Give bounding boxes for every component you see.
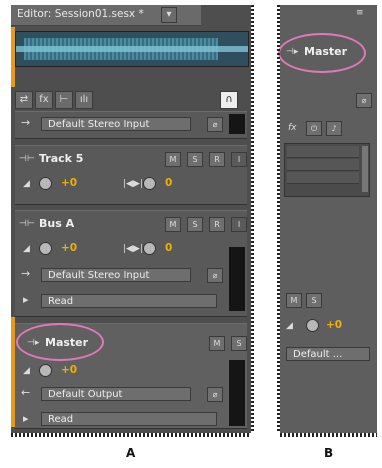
bus-volume-value[interactable]: +0 [61,242,77,254]
track-mute-button[interactable]: M [165,152,181,167]
track-solo-button[interactable]: S [187,152,203,167]
master-mute-button-b[interactable]: M [286,293,302,308]
bus-automation-select[interactable]: Read [41,294,217,308]
pan-icon: |◀▶| [123,179,143,189]
volume-icon: ◢ [23,366,30,376]
track-volume-knob[interactable] [39,177,52,190]
panel-a-right-edge [251,5,254,433]
track-record-button[interactable]: R [209,152,225,167]
phase-icon[interactable]: ⌀ [207,268,223,283]
volume-icon: ◢ [23,244,30,254]
track-name[interactable]: Track 5 [39,152,83,165]
master-highlight-ring-b [278,33,366,73]
waveform-overview[interactable] [15,31,249,67]
bus-input-button[interactable]: I [231,217,247,232]
panel-b-bottom-edge [280,433,377,437]
input-arrow-icon: → [21,267,31,280]
track-pan-knob[interactable] [143,177,156,190]
input-select[interactable]: Default Stereo Input [41,117,191,131]
panel-b-left-edge [277,5,280,433]
master-level-meter [229,360,245,426]
level-meter [229,114,245,134]
expand-icon[interactable]: ▸ [23,293,29,306]
bus-strip: ⊣⊢ Bus A M S R I ◢ +0 |◀▶| 0 → Default S… [15,210,247,317]
bus-level-meter [229,247,245,311]
input-arrow-icon: → [21,116,31,129]
bus-pan-value[interactable]: 0 [165,242,172,254]
headphones-icon[interactable]: ∩ [220,91,238,109]
sends-icon[interactable]: ⊢ [55,91,73,109]
tab-menu-button[interactable]: ▾ [161,7,177,23]
phase-icon[interactable]: ⌀ [207,387,223,402]
track-strip: ⊣⊢ Track 5 M S R I ◢ +0 |◀▶| 0 [15,145,247,205]
bus-input-select[interactable]: Default Stereo Input [41,268,191,282]
master-output-select[interactable]: Default Output [41,387,191,401]
fx-icon[interactable]: fx [35,91,53,109]
bus-type-icon: ⊣⊢ [19,219,35,229]
panel-focus-border [11,317,15,427]
mixer-panel-a: Editor: Session01.sesx * ▾ ⇄ fx ⊢ ılı ∩ … [11,5,251,433]
mixer-toolbar: ⇄ fx ⊢ ılı ∩ [15,91,247,111]
master-volume-knob[interactable] [39,364,52,377]
caption-b: B [324,446,334,460]
master-volume-value[interactable]: +0 [61,364,77,376]
bus-pan-knob[interactable] [143,242,156,255]
panel-focus-border [11,27,15,87]
fx-slot[interactable] [287,146,359,158]
editor-tab-title: Editor: Session01.sesx * [17,8,144,20]
waveform-line [16,46,248,52]
volume-icon: ◢ [286,321,293,331]
pan-icon: |◀▶| [123,244,143,254]
bus-mute-button[interactable]: M [165,217,181,232]
expand-icon[interactable]: ▸ [23,412,29,425]
bus-name[interactable]: Bus A [39,217,74,230]
track-input-button[interactable]: I [231,152,247,167]
track-pan-value[interactable]: 0 [165,177,172,189]
phase-icon[interactable]: ⌀ [207,117,223,132]
editor-tab[interactable]: Editor: Session01.sesx * ▾ [11,5,201,26]
master-mute-button[interactable]: M [209,336,225,351]
master-volume-value-b[interactable]: +0 [326,319,342,331]
fx-rack-scrollbar[interactable] [362,146,368,192]
fx-settings-icon[interactable]: ♪ [326,121,342,136]
caption-a: A [126,446,136,460]
master-highlight-ring [16,323,104,361]
output-arrow-icon: ← [21,386,31,399]
master-automation-select[interactable]: Read [41,412,217,426]
volume-icon: ◢ [23,179,30,189]
fx-slot[interactable] [287,159,359,171]
top-input-row: → Default Stereo Input ⌀ [15,111,247,139]
track-type-icon: ⊣⊢ [19,154,35,164]
fx-slot[interactable] [287,172,359,184]
master-volume-knob-b[interactable] [306,319,319,332]
panel-a-bottom-edge [11,433,251,437]
swap-icon[interactable]: ⇄ [15,91,33,109]
bus-solo-button[interactable]: S [187,217,203,232]
mixer-panel-b: ≡ ⊣▸ Master ⌀ fx ⏻ ♪ M S ◢ +0 Default ..… [278,5,377,433]
eq-icon[interactable]: ılı [75,91,93,109]
fx-rack [284,143,370,197]
track-volume-value[interactable]: +0 [61,177,77,189]
bus-record-button[interactable]: R [209,217,225,232]
master-solo-button-b[interactable]: S [306,293,322,308]
fx-icon[interactable]: fx [288,123,297,133]
bus-volume-knob[interactable] [39,242,52,255]
power-icon[interactable]: ⏻ [306,121,322,136]
panel-menu-icon[interactable]: ≡ [356,8,364,18]
master-output-select-b[interactable]: Default ... [286,347,370,361]
master-solo-button[interactable]: S [231,336,247,351]
phase-icon[interactable]: ⌀ [356,93,372,108]
